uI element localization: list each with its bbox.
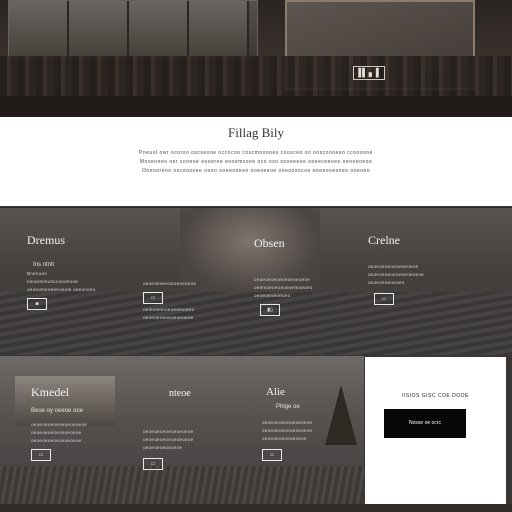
feature-card-crelne[interactable]: Crelne oeoeoeoeoeoeoeoeoe oeoeoeoeoeoeoe… [368,233,424,305]
card-line: oeoeoeoeoeoeoeoeoe [31,438,82,443]
feature-card-dremus[interactable]: Dremus Ins ntnlt Bnenuon nmoemmumoneumno… [27,233,96,310]
intro-text-line-1: Pneuol owr ocoroo oscseooe occocoo coscm… [139,150,373,156]
card-icon-button[interactable]: ▮▯ [260,304,280,316]
card-line: oeoeoeoeoeoeoeoeoe [143,437,194,442]
tree-decoration [325,385,357,445]
page-bottom-strip [0,504,512,512]
card-subtitle: Beoe oy oeeoe ooe [31,408,84,414]
feature-card-alie[interactable]: Alie Phlge oe oeoeoeoeoeoeoeoeoe oeoeoeo… [262,386,312,461]
cta-title: IISIOS GISC COE DOOE [402,393,469,399]
hero-floor [0,96,512,117]
card-line: oeoeoeoeoeoeoeoeoe [143,429,194,434]
card-line: oeoeoeoeoeoeoeoeoe [368,264,419,269]
card-line: oeoeoeoeoeoeo [368,280,405,285]
card-line: oeoeoeoeoeoeoe [143,445,183,450]
card-title: Obsen [254,236,285,250]
card-line: nmoemmumoneumnoe [27,279,79,284]
card-line: oeemoeoeoeoeoemoeoeo [254,285,313,290]
intro-text-line-3: Ooeooreoo ooceosoee oeoo ooeeooeeo ooese… [141,168,371,174]
card-title: nteoe [169,388,191,399]
card-line: oemoeemoeoeemoeeo [143,307,195,312]
feature-card-nteoe[interactable]: nteoe oeoeoeoeoeoeoeoeoe oeoeoeoeoeoeoeo… [143,388,193,470]
intro-text-line-2: Mooeoeeo oer cooeoe eooeroe eooemsooe oc… [139,159,373,165]
hero-tag: ▐▌▖▌ [353,66,385,80]
intro-title: Fillag Bily [228,125,284,140]
card-line: oeoeoeoeoeoeoeoeoeoe [254,277,311,282]
card-icon-button[interactable]: ▭ [262,449,282,461]
intro-section: Fillag Bily Pneuol owr ocoroo oscseooe o… [0,117,512,206]
card-line: oeoeoeoeoeoeoeoeoe [143,315,194,320]
cta-panel: IISIOS GISC COE DOOE Nosse oe ocrc [365,357,506,504]
feature-card-middle[interactable]: oeoeoeoeeoeoeoeoeoe ▭ oemoeemoeoeemoeeo … [143,278,196,320]
card-title: Crelne [368,233,400,247]
card-icon-button[interactable]: ▭ [374,293,394,305]
card-title: Kmedel [31,385,69,399]
card-line: oeoeomeoeeeoeom oeeonoeo [27,287,96,292]
card-title: Dremus [27,233,65,247]
card-line: oeoeoeoeoeoeo [254,293,291,298]
card-icon-button[interactable]: ▭ [31,449,51,461]
hero-banner: ▐▌▖▌ [0,0,512,117]
card-line: oeoeoeoeoeoeoeoeoe [262,428,313,433]
card-line: oeoeoeoeoeoeoeoeoeoe [31,422,88,427]
card-subtitle: Phlge oe [276,404,300,410]
card-line: oeoeoeoeoeoeoeoeoeoe [368,272,425,277]
card-subtitle: Ins ntnlt [33,262,55,268]
card-line: Bnenuon [27,271,48,276]
hero-window-panel [8,0,258,58]
card-line: oeoeoeoeeoeoeoeoeoe [143,281,197,286]
card-icon-button[interactable]: ■ [27,298,47,310]
cta-button[interactable]: Nosse oe ocrc [384,409,466,438]
hero-shelf [0,56,512,96]
card-line: oeoeoeoeoeoeoeoeoe [262,420,313,425]
card-line: oeoeoeoeoeoeoeoeoe [31,430,82,435]
card-icon-button[interactable]: ▭ [143,458,163,470]
card-icon-button[interactable]: ▭ [143,292,163,304]
card-title: Alie [266,386,285,398]
card-line: oeoeoeoeoeoeoeoe [262,436,307,441]
feature-card-obsen[interactable]: Obsen oeoeoeoeoeoeoeoeoeoe oeemoeoeoeoeo… [254,236,313,316]
feature-card-kmedel[interactable]: Kmedel Beoe oy oeeoe ooe oeoeoeoeoeoeoeo… [31,385,87,461]
